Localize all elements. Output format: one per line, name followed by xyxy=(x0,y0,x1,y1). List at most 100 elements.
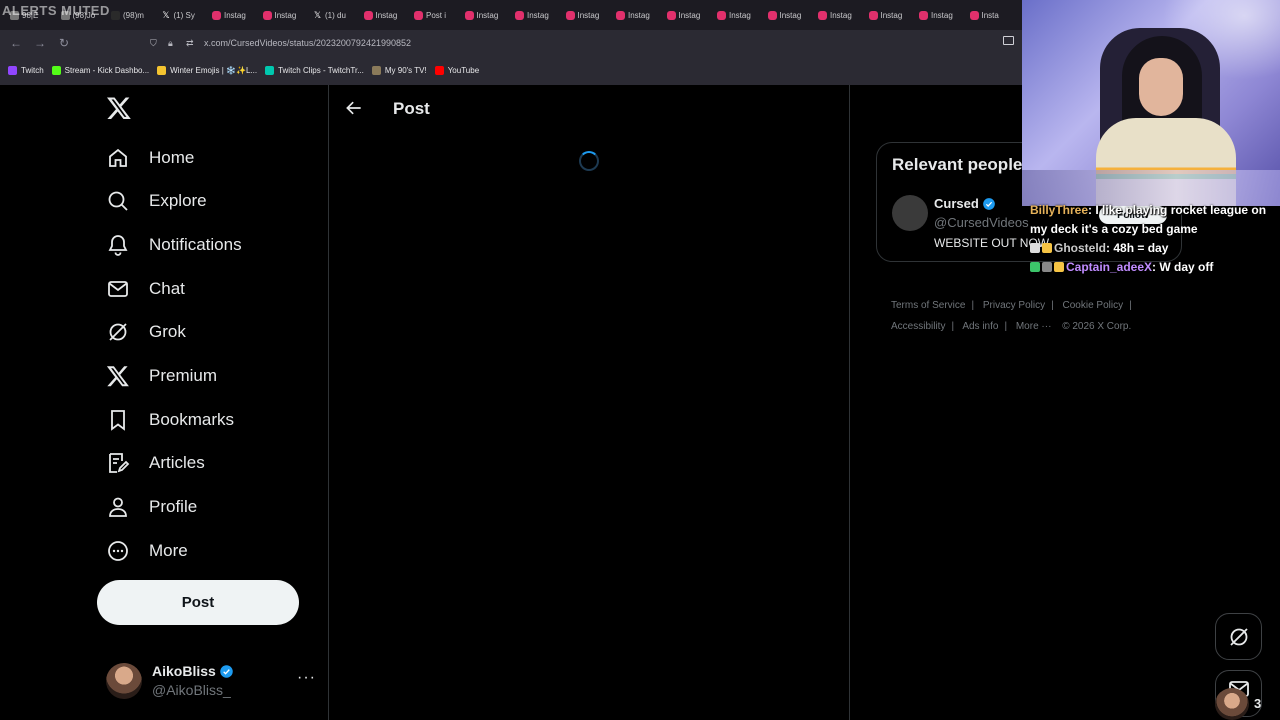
back-nav-icon[interactable]: ← xyxy=(4,31,28,55)
nav-bookmarks[interactable]: Bookmarks xyxy=(106,400,234,440)
browser-tab[interactable]: (98)Jo xyxy=(55,3,106,27)
nav-profile[interactable]: Profile xyxy=(106,487,197,527)
generic-favicon-icon xyxy=(10,10,19,20)
instagram-favicon-icon xyxy=(414,10,423,20)
browser-tab[interactable]: Instag xyxy=(913,3,964,27)
browser-tab-label: Instag xyxy=(830,10,852,20)
browser-tab[interactable]: Instag xyxy=(711,3,762,27)
browser-tab[interactable]: Instag xyxy=(762,3,813,27)
x-logo-icon[interactable] xyxy=(106,95,132,121)
bookmark-item[interactable]: Twitch xyxy=(8,66,44,75)
stream-chat-overlay: BillyThree: I like playing rocket league… xyxy=(1030,201,1275,277)
browser-tab-label: (98)m xyxy=(123,10,144,20)
post-button[interactable]: Post xyxy=(97,580,299,625)
person-name-row[interactable]: Cursed xyxy=(934,196,996,211)
browser-tab[interactable]: 𝕏 (1) Sy xyxy=(156,3,207,27)
avatar[interactable] xyxy=(106,663,142,699)
nav-chat-label: Chat xyxy=(149,279,185,298)
nav-articles[interactable]: Articles xyxy=(106,443,205,483)
person-handle[interactable]: @CursedVideos xyxy=(934,215,1029,230)
bookmark-item[interactable]: Twitch Clips - TwitchTr... xyxy=(265,66,364,75)
grok-floating-button[interactable] xyxy=(1215,613,1262,660)
instagram-favicon-icon xyxy=(666,10,676,20)
avatar[interactable] xyxy=(892,195,928,231)
browser-tab[interactable]: Instag xyxy=(459,3,510,27)
x-favicon-icon: 𝕏 xyxy=(162,9,170,20)
nav-home[interactable]: Home xyxy=(106,138,194,178)
generic-favicon-icon xyxy=(60,10,70,20)
lock-icon[interactable]: 🔒︎ xyxy=(168,38,178,48)
nav-premium[interactable]: Premium xyxy=(106,356,217,396)
home-icon xyxy=(109,148,127,167)
bookmark-favicon-icon xyxy=(371,66,381,75)
nav-notifications[interactable]: Notifications xyxy=(106,225,242,265)
nav-grok[interactable]: Grok xyxy=(106,312,186,352)
browser-tab[interactable]: 𝕏 (1) du xyxy=(307,3,358,27)
footer-ads-info[interactable]: Ads info xyxy=(962,321,998,332)
browser-tab[interactable]: Instag xyxy=(509,3,560,27)
footer-privacy[interactable]: Privacy Policy xyxy=(983,300,1045,311)
bookmark-label: YouTube xyxy=(447,66,480,75)
reload-icon[interactable]: ↻ xyxy=(52,31,76,55)
browser-tab[interactable]: Instag xyxy=(358,3,409,27)
badge-icon xyxy=(1030,262,1040,272)
browser-tab[interactable]: Instag xyxy=(206,3,257,27)
forward-nav-icon[interactable]: → xyxy=(28,31,52,55)
browser-tab[interactable]: Instag xyxy=(863,3,914,27)
bookmark-item[interactable]: Winter Emojis | ❄️✨L... xyxy=(157,66,257,75)
browser-tab[interactable]: (98)m xyxy=(105,3,156,27)
browser-tab[interactable]: Instag xyxy=(257,3,308,27)
bookmark-label: Stream - Kick Dashbo... xyxy=(64,66,150,75)
url-text[interactable]: x.com/CursedVideos/status/20232007924219… xyxy=(204,38,411,48)
article-icon xyxy=(109,453,130,473)
browser-tab[interactable]: Instag xyxy=(610,3,661,27)
browser-tab[interactable]: 98|E xyxy=(4,3,55,27)
nav-more[interactable]: More xyxy=(106,531,188,571)
instagram-favicon-icon xyxy=(969,10,979,20)
account-switcher[interactable]: AikoBliss @AikoBliss_ ··· xyxy=(106,661,316,701)
browser-tab[interactable]: Insta xyxy=(964,3,1015,27)
instagram-favicon-icon xyxy=(616,10,625,20)
browser-tab[interactable]: Instag xyxy=(812,3,863,27)
bookmark-label: Winter Emojis | ❄️✨L... xyxy=(170,66,258,75)
verified-badge-icon xyxy=(982,197,995,210)
bookmark-item[interactable]: YouTube xyxy=(434,66,480,75)
browser-tab-label: Instag xyxy=(527,10,549,20)
nav-explore[interactable]: Explore xyxy=(106,181,207,221)
person-name[interactable]: Cursed xyxy=(934,196,979,211)
bookmark-item[interactable]: My 90's TV! xyxy=(371,66,427,75)
footer-accessibility[interactable]: Accessibility xyxy=(891,321,945,332)
browser-tab-label: Instag xyxy=(375,10,398,20)
shield-icon[interactable]: ⛉ xyxy=(150,38,160,48)
chat-text: : 48h = day xyxy=(1106,241,1169,255)
reader-view-icon[interactable] xyxy=(1003,36,1014,45)
browser-tab-label: Insta xyxy=(981,10,999,20)
site-settings-icon[interactable]: ⇄ xyxy=(186,38,196,48)
browser-tab[interactable]: Post i xyxy=(408,3,459,27)
browser-tab[interactable]: Instag xyxy=(661,3,712,27)
chat-username: Ghosteld xyxy=(1054,241,1107,255)
bookmark-item[interactable]: Stream - Kick Dashbo... xyxy=(51,66,150,75)
account-name: AikoBliss xyxy=(152,663,216,679)
badge-icon xyxy=(1030,243,1040,253)
x-favicon-icon: 𝕏 xyxy=(313,9,322,20)
grok-icon xyxy=(109,323,127,341)
page-title: Post xyxy=(393,99,430,118)
browser-tab-label: Instag xyxy=(577,10,600,20)
footer-more[interactable]: More ··· xyxy=(1016,321,1052,332)
footer-terms[interactable]: Terms of Service xyxy=(891,300,965,311)
url-bar[interactable]: ⛉ 🔒︎ ⇄ x.com/CursedVideos/status/2023200… xyxy=(150,33,1020,53)
account-more-icon[interactable]: ··· xyxy=(297,669,316,687)
browser-tab-label: Instag xyxy=(678,10,701,20)
grok-icon xyxy=(1229,627,1248,646)
instagram-favicon-icon xyxy=(767,10,777,20)
nav-chat[interactable]: Chat xyxy=(106,269,185,309)
browser-tab[interactable]: Instag xyxy=(560,3,611,27)
nav-grok-label: Grok xyxy=(149,322,186,341)
instagram-favicon-icon xyxy=(818,10,827,20)
browser-tab-label: (98)Jo xyxy=(72,10,96,20)
bookmark-label: Twitch Clips - TwitchTr... xyxy=(278,66,364,75)
footer-cookie[interactable]: Cookie Policy xyxy=(1063,300,1124,311)
back-arrow-icon[interactable] xyxy=(344,98,364,118)
avatar[interactable] xyxy=(1215,688,1249,720)
